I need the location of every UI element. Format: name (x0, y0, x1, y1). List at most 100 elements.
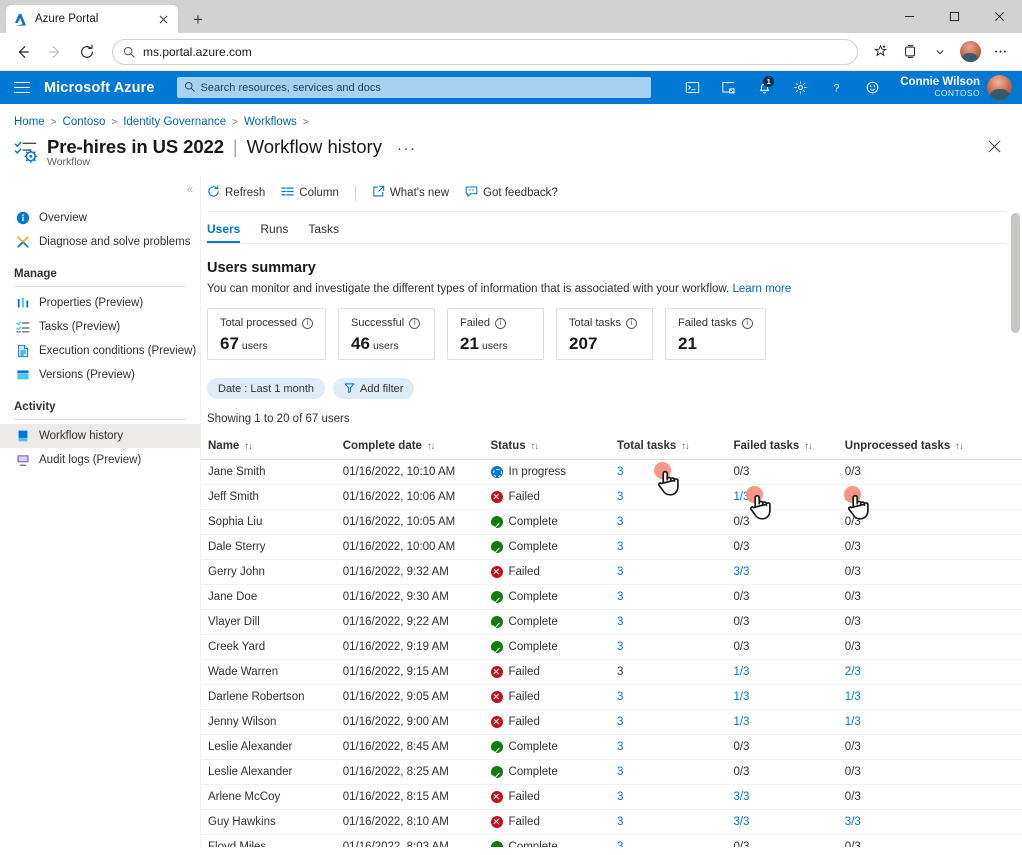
sidebar-item-diagnose-and-solve-problems[interactable]: Diagnose and solve problems (0, 230, 200, 254)
table-row[interactable]: Vlayer Dill01/16/2022, 9:22 AMComplete30… (201, 610, 1022, 635)
cell-total-tasks[interactable]: 3 (617, 710, 733, 735)
close-blade-button[interactable] (982, 134, 1006, 158)
cell-total-tasks[interactable]: 3 (617, 510, 733, 535)
window-minimize-button[interactable] (887, 0, 932, 33)
page-more-menu-icon[interactable]: ··· (397, 140, 417, 157)
cell-failed-tasks[interactable]: 3/3 (733, 810, 844, 835)
cell-total-tasks[interactable]: 3 (617, 585, 733, 610)
info-icon[interactable]: i (495, 318, 506, 329)
whats-new-button[interactable]: What's new (372, 185, 449, 201)
tab-tasks[interactable]: Tasks (308, 222, 339, 243)
table-row[interactable]: Darlene Robertson01/16/2022, 9:05 AMFail… (201, 685, 1022, 710)
cell-failed-tasks[interactable]: 1/3 (733, 710, 844, 735)
table-row[interactable]: Jenny Wilson01/16/2022, 9:00 AMFailed31/… (201, 710, 1022, 735)
reload-button[interactable] (72, 37, 102, 67)
window-close-button[interactable] (977, 0, 1022, 33)
total-tasks-link[interactable]: 3 (617, 716, 623, 728)
table-row[interactable]: Wade Warren01/16/2022, 9:15 AMFailed31/3… (201, 660, 1022, 685)
refresh-button[interactable]: Refresh (207, 185, 265, 201)
sidebar-collapse-button[interactable]: « (187, 184, 192, 196)
table-row[interactable]: Leslie Alexander01/16/2022, 8:25 AMCompl… (201, 760, 1022, 785)
total-tasks-link[interactable]: 3 (617, 516, 623, 528)
total-tasks-link[interactable]: 3 (617, 591, 623, 603)
total-tasks-link[interactable]: 3 (617, 616, 623, 628)
table-row[interactable]: Floyd Miles01/16/2022, 8:03 AMComplete30… (201, 835, 1022, 848)
table-row[interactable]: Dale Sterry01/16/2022, 10:00 AMComplete3… (201, 535, 1022, 560)
back-button[interactable] (8, 37, 38, 67)
total-tasks-link[interactable]: 3 (617, 766, 623, 778)
filter-pill-date[interactable]: Date : Last 1 month (207, 378, 325, 399)
favorites-star-icon[interactable] (866, 38, 894, 66)
cell-unprocessed-tasks[interactable]: 1/3 (845, 710, 1022, 735)
column-header-total-tasks[interactable]: Total tasks↑↓ (617, 436, 733, 460)
cell-unprocessed-tasks[interactable]: 2/3 (845, 485, 1022, 510)
browser-tab[interactable]: Azure Portal (6, 5, 178, 33)
cell-failed-tasks[interactable]: 3/3 (733, 785, 844, 810)
address-bar[interactable]: ms.portal.azure.com (112, 39, 858, 65)
cell-total-tasks[interactable]: 3 (617, 560, 733, 585)
chevron-down-icon[interactable] (926, 38, 954, 66)
info-icon[interactable]: i (742, 318, 753, 329)
table-row[interactable]: Sophia Liu01/16/2022, 10:05 AMComplete30… (201, 510, 1022, 535)
directories-filter-icon[interactable] (710, 71, 746, 104)
failed-tasks-link[interactable]: 3/3 (733, 566, 749, 578)
sidebar-item-workflow-history[interactable]: Workflow history (0, 424, 200, 448)
table-scrollbar[interactable] (1011, 213, 1020, 641)
unprocessed-tasks-link[interactable]: 3/3 (845, 816, 861, 828)
sidebar-item-execution-conditions[interactable]: Execution conditions (Preview) (0, 339, 200, 363)
column-header-complete-date[interactable]: Complete date↑↓ (343, 436, 491, 460)
info-icon[interactable]: i (302, 318, 313, 329)
info-icon[interactable]: i (409, 318, 420, 329)
cell-total-tasks[interactable]: 3 (617, 610, 733, 635)
add-filter-button[interactable]: Add filter (333, 378, 414, 399)
browser-more-menu-icon[interactable] (986, 38, 1014, 66)
unprocessed-tasks-link[interactable]: 1/3 (845, 691, 861, 703)
gear-icon[interactable] (782, 71, 818, 104)
cell-total-tasks[interactable]: 3 (617, 460, 733, 485)
feedback-smiley-icon[interactable] (854, 71, 890, 104)
sidebar-item-properties[interactable]: Properties (Preview) (0, 291, 200, 315)
cell-total-tasks[interactable]: 3 (617, 685, 733, 710)
account-menu[interactable]: Connie Wilson CONTOSO (890, 75, 1016, 100)
learn-more-link[interactable]: Learn more (732, 283, 791, 295)
new-tab-button[interactable]: + (185, 7, 211, 33)
column-button[interactable]: Column (281, 185, 339, 201)
failed-tasks-link[interactable]: 1/3 (733, 666, 749, 678)
cell-total-tasks[interactable]: 3 (617, 835, 733, 848)
column-header-name[interactable]: Name↑↓ (201, 436, 343, 460)
total-tasks-link[interactable]: 3 (617, 791, 623, 803)
tab-users[interactable]: Users (207, 222, 240, 243)
notifications-bell-icon[interactable]: 1 (746, 71, 782, 104)
total-tasks-link[interactable]: 3 (617, 491, 623, 503)
breadcrumb-item-identity-governance[interactable]: Identity Governance (123, 116, 226, 128)
cell-failed-tasks[interactable]: 3/3 (733, 560, 844, 585)
table-row[interactable]: Creek Yard01/16/2022, 9:19 AMComplete30/… (201, 635, 1022, 660)
sidebar-item-versions[interactable]: Versions (Preview) (0, 363, 200, 387)
failed-tasks-link[interactable]: 3/3 (733, 816, 749, 828)
cell-total-tasks[interactable]: 3 (617, 735, 733, 760)
cell-failed-tasks[interactable]: 1/3 (733, 660, 844, 685)
sidebar-item-tasks[interactable]: Tasks (Preview) (0, 315, 200, 339)
browser-profile-avatar[interactable] (956, 38, 984, 66)
table-row[interactable]: Guy Hawkins01/16/2022, 8:10 AMFailed33/3… (201, 810, 1022, 835)
cell-total-tasks[interactable]: 3 (617, 485, 733, 510)
total-tasks-link[interactable]: 3 (617, 466, 623, 478)
table-row[interactable]: Jeff Smith01/16/2022, 10:06 AMFailed31/3… (201, 485, 1022, 510)
info-icon[interactable]: i (626, 318, 637, 329)
cell-failed-tasks[interactable]: 1/3 (733, 485, 844, 510)
total-tasks-link[interactable]: 3 (617, 691, 623, 703)
global-search-input[interactable]: Search resources, services and docs (177, 77, 651, 98)
failed-tasks-link[interactable]: 1/3 (733, 716, 749, 728)
breadcrumb-item-workflows[interactable]: Workflows (244, 116, 297, 128)
failed-tasks-link[interactable]: 3/3 (733, 791, 749, 803)
total-tasks-link[interactable]: 3 (617, 841, 623, 847)
cell-failed-tasks[interactable]: 1/3 (733, 685, 844, 710)
cell-total-tasks[interactable]: 3 (617, 760, 733, 785)
got-feedback-button[interactable]: Got feedback? (465, 185, 558, 201)
unprocessed-tasks-link[interactable]: 2/3 (845, 491, 861, 503)
menu-hamburger-icon[interactable] (0, 71, 44, 104)
unprocessed-tasks-link[interactable]: 1/3 (845, 716, 861, 728)
column-header-unprocessed-tasks[interactable]: Unprocessed tasks↑↓ (845, 436, 1022, 460)
azure-brand-label[interactable]: Microsoft Azure (44, 80, 155, 96)
table-row[interactable]: Gerry John01/16/2022, 9:32 AMFailed33/30… (201, 560, 1022, 585)
